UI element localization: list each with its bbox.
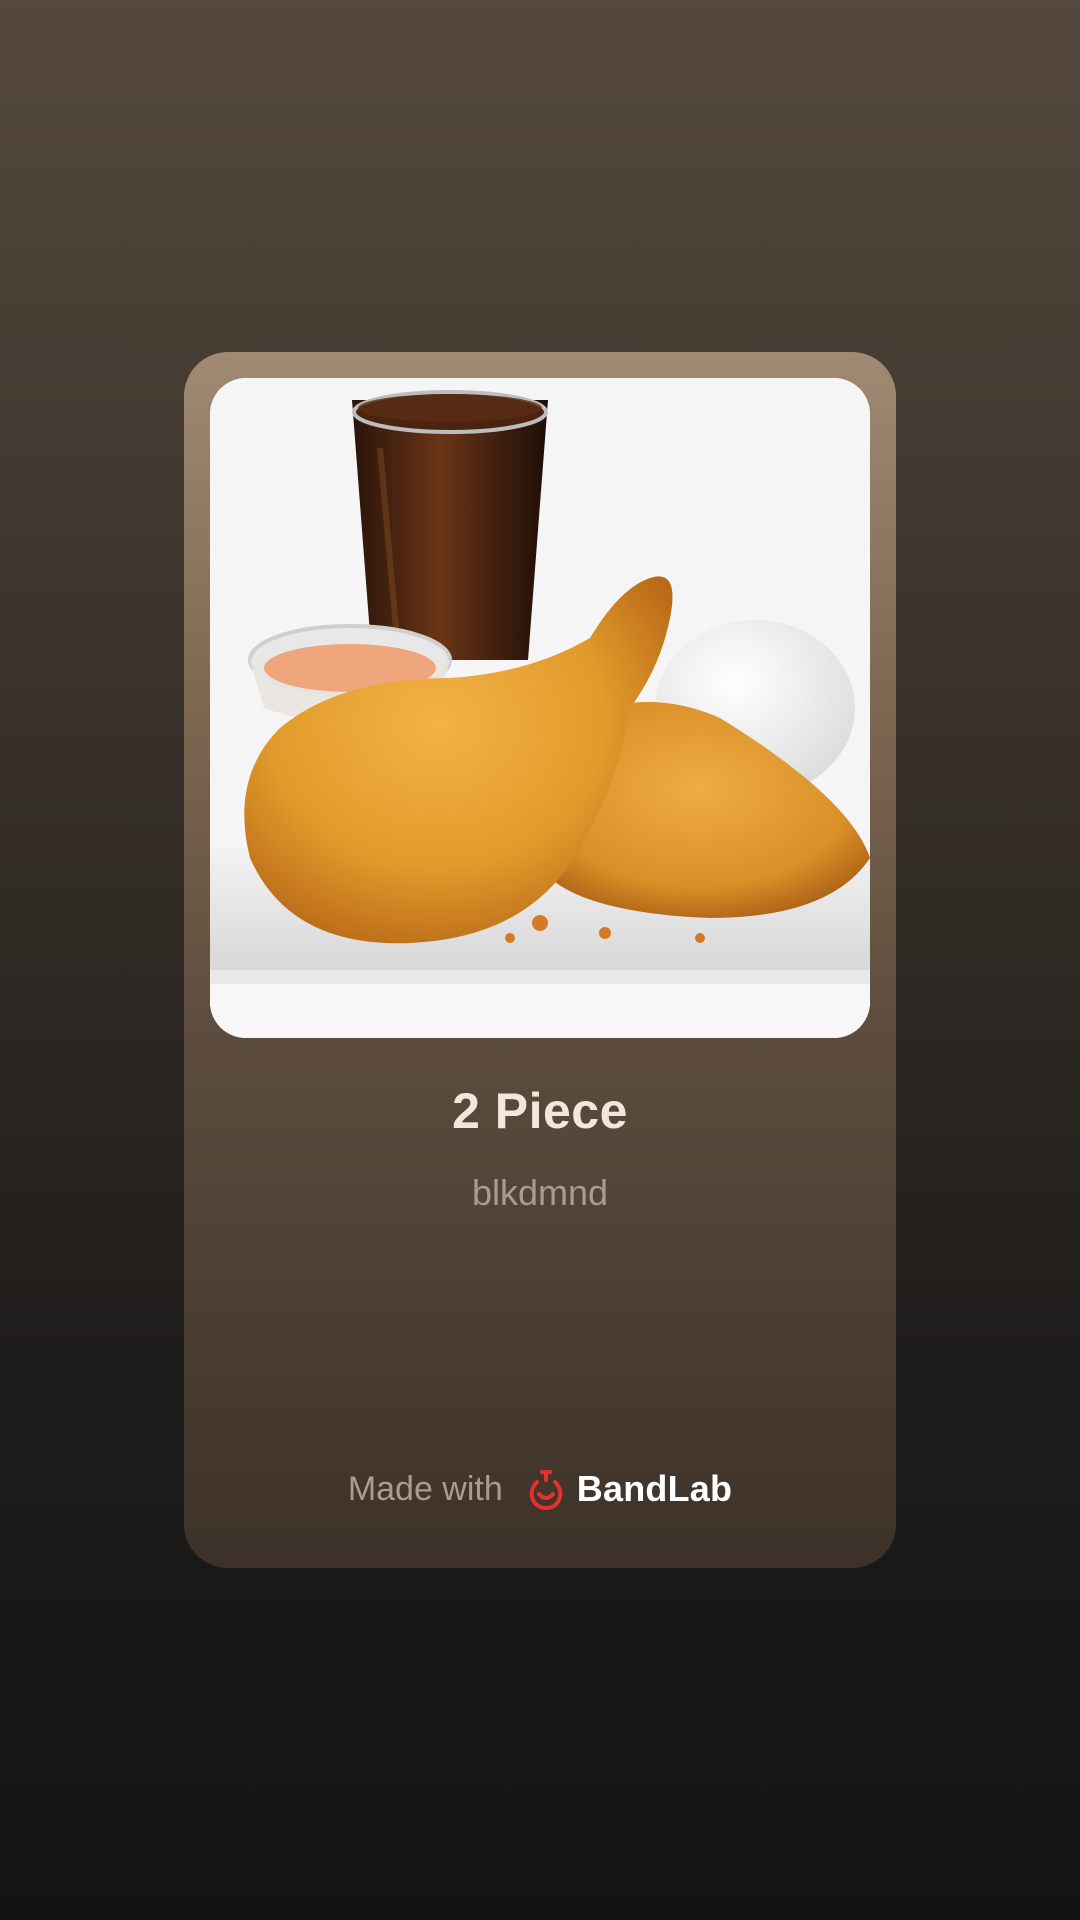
track-title: 2 Piece [452, 1083, 628, 1139]
made-with-footer: Made with BandLab [184, 1468, 896, 1511]
cover-art [210, 378, 870, 1038]
bandlab-brand-name: BandLab [576, 1468, 733, 1509]
artist-name[interactable]: blkdmnd [184, 1172, 896, 1214]
made-with-label: Made with [347, 1469, 503, 1508]
bandlab-logo-icon [525, 1468, 567, 1511]
cola-glass [352, 400, 548, 660]
bandlab-brand[interactable]: BandLab [525, 1468, 733, 1511]
share-card: 2 Piece blkdmnd Made with BandLab [184, 352, 896, 1568]
